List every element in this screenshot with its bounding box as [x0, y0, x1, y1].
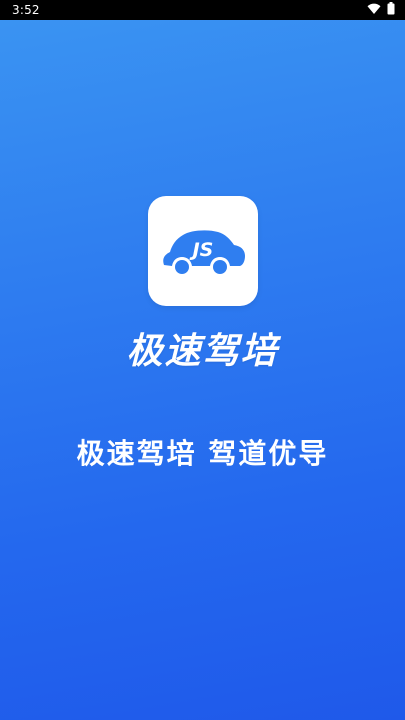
slogan: 极速驾培 驾道优导: [76, 437, 329, 470]
logo-text: JS: [189, 239, 214, 261]
battery-icon: [387, 2, 395, 18]
wifi-icon: [367, 3, 381, 18]
car-icon: JS: [163, 230, 245, 274]
app-name: 极速驾培: [126, 331, 279, 372]
status-bar: 3:52: [0, 0, 405, 20]
app-icon: JS: [148, 196, 258, 306]
status-icons: [367, 2, 395, 18]
status-time: 3:52: [12, 3, 40, 17]
